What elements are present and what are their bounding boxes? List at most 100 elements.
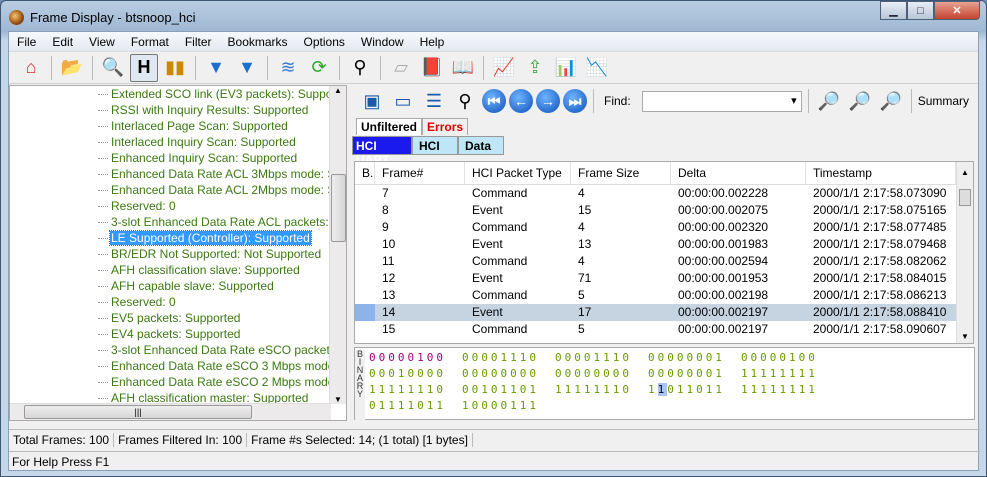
tree-item[interactable]: AFH capable slave: Supported bbox=[10, 278, 331, 294]
tree-item[interactable]: 3-slot Enhanced Data Rate ACL packets: S… bbox=[10, 214, 331, 230]
menu-format[interactable]: Format bbox=[123, 35, 177, 49]
tree-item[interactable]: Enhanced Data Rate eSCO 3 Mbps mode: Sup… bbox=[10, 358, 331, 374]
book-icon[interactable]: 📕 bbox=[418, 54, 446, 82]
table-row[interactable]: 13 Command 5 00:00:00.002198 2000/1/1 2:17:5… bbox=[355, 287, 973, 304]
search-back-icon[interactable]: 🔎 bbox=[815, 87, 843, 115]
binoculars-icon[interactable]: ⚲ bbox=[346, 54, 374, 82]
next-frame-icon[interactable]: → bbox=[536, 89, 560, 113]
table-row[interactable]: 15 Command 5 00:00:00.002197 2000/1/1 2:17:5… bbox=[355, 321, 973, 338]
binary-byte[interactable]: 11111110 bbox=[369, 383, 446, 396]
binary-byte[interactable]: 00000001 bbox=[648, 367, 725, 380]
tree-item[interactable]: EV5 packets: Supported bbox=[10, 310, 331, 326]
menu-help[interactable]: Help bbox=[412, 35, 453, 49]
tab-unfiltered[interactable]: Unfiltered bbox=[356, 118, 423, 135]
table-row[interactable]: 7 Command 4 00:00:00.002228 2000/1/1 2:17:58… bbox=[355, 185, 973, 202]
column-header[interactable]: Frame Size bbox=[571, 162, 671, 184]
tree-item[interactable]: Reserved: 0 bbox=[10, 198, 331, 214]
binary-byte[interactable]: 00000100 bbox=[369, 351, 446, 364]
menu-options[interactable]: Options bbox=[296, 35, 353, 49]
tree-item[interactable]: Reserved: 0 bbox=[10, 294, 331, 310]
column-header[interactable]: HCI Packet Type bbox=[465, 162, 571, 184]
tree-item[interactable]: BR/EDR Not Supported: Not Supported bbox=[10, 246, 331, 262]
tree-item[interactable]: RSSI with Inquiry Results: Supported bbox=[10, 102, 331, 118]
tab-hci[interactable]: HCI bbox=[412, 136, 458, 155]
table-row[interactable]: 12 Event 71 00:00:00.001953 2000/1/1 2:17:58… bbox=[355, 270, 973, 287]
tree-item[interactable]: LE Supported (Controller): Supported bbox=[10, 230, 331, 246]
menu-edit[interactable]: Edit bbox=[44, 35, 81, 49]
column-header[interactable]: Timestamp bbox=[806, 162, 956, 184]
table-row[interactable]: 14 Event 17 00:00:00.002197 2000/1/1 2:17:58… bbox=[355, 304, 973, 321]
column-header[interactable]: Delta bbox=[671, 162, 806, 184]
binary-byte[interactable]: 11011011 bbox=[648, 383, 725, 396]
filter-apply-icon[interactable]: ▼ bbox=[233, 54, 261, 82]
hex-format-icon[interactable]: H bbox=[130, 53, 158, 82]
tree-horizontal-scrollbar[interactable]: ||| bbox=[10, 403, 331, 420]
binary-byte[interactable]: 00001110 bbox=[462, 351, 539, 364]
tree-item[interactable]: Enhanced Data Rate eSCO 2 Mbps mode: Sup… bbox=[10, 374, 331, 390]
book-open-icon[interactable]: 📖 bbox=[449, 54, 477, 82]
binary-byte[interactable]: 00101101 bbox=[462, 383, 539, 396]
home-icon[interactable]: ⌂ bbox=[17, 54, 45, 82]
table-row[interactable]: 9 Command 4 00:00:00.002320 2000/1/1 2:17:58… bbox=[355, 219, 973, 236]
layout-pane-icon[interactable]: ▣ bbox=[358, 87, 386, 115]
tab-data[interactable]: Data bbox=[458, 136, 504, 155]
menu-filter[interactable]: Filter bbox=[177, 35, 220, 49]
find-next-icon[interactable]: ⚲ bbox=[451, 87, 479, 115]
tree-item[interactable]: 3-slot Enhanced Data Rate eSCO packets: … bbox=[10, 342, 331, 358]
binary-byte[interactable]: 11111111 bbox=[741, 383, 818, 396]
previous-frame-icon[interactable]: ← bbox=[509, 89, 533, 113]
binary-byte[interactable]: 00000100 bbox=[741, 351, 818, 364]
tree-item[interactable]: AFH classification slave: Supported bbox=[10, 262, 331, 278]
trend-chart-icon[interactable]: 📉 bbox=[583, 54, 611, 82]
layers-icon[interactable]: ≋ bbox=[274, 54, 302, 82]
binary-byte[interactable]: 00001110 bbox=[555, 351, 632, 364]
minimize-button[interactable]: ▁ bbox=[880, 1, 907, 20]
tab-errors[interactable]: Errors bbox=[422, 118, 469, 135]
tree-item[interactable]: Interlaced Page Scan: Supported bbox=[10, 118, 331, 134]
tree-item[interactable]: Enhanced Inquiry Scan: Supported bbox=[10, 150, 331, 166]
find-input[interactable] bbox=[641, 90, 802, 112]
refresh-icon[interactable]: ⟳ bbox=[305, 54, 333, 82]
binary-byte[interactable]: 00000000 bbox=[555, 367, 632, 380]
menu-window[interactable]: Window bbox=[353, 35, 412, 49]
table-row[interactable]: 11 Command 4 00:00:00.002594 2000/1/1 2:17:5… bbox=[355, 253, 973, 270]
tree-item[interactable]: EV4 packets: Supported bbox=[10, 326, 331, 342]
binary-byte[interactable]: 00000001 bbox=[648, 351, 725, 364]
bookmarks-icon[interactable]: ▮▮ bbox=[161, 54, 189, 82]
list-icon[interactable]: ☰ bbox=[420, 87, 448, 115]
tab-hci-uart[interactable]: HCI UART bbox=[352, 136, 412, 167]
table-row[interactable]: 10 Event 13 00:00:00.001983 2000/1/1 2:17:58… bbox=[355, 236, 973, 253]
binary-byte[interactable]: 11111111 bbox=[741, 367, 818, 380]
first-frame-icon[interactable]: ⏮ bbox=[482, 89, 506, 113]
menu-view[interactable]: View bbox=[81, 35, 123, 49]
magnifier-icon[interactable]: 🔍 bbox=[99, 54, 127, 82]
close-button[interactable]: ✕ bbox=[934, 1, 980, 20]
window-icon[interactable]: ▭ bbox=[389, 87, 417, 115]
binary-byte[interactable]: 01111011 bbox=[369, 399, 446, 412]
export-icon[interactable]: ⇪ bbox=[521, 54, 549, 82]
last-frame-icon[interactable]: ⏭ bbox=[563, 89, 587, 113]
maximize-button[interactable]: □ bbox=[907, 1, 934, 20]
tree-item[interactable]: Enhanced Data Rate ACL 3Mbps mode: Suppo… bbox=[10, 166, 331, 182]
search-clear-icon[interactable]: 🔎 bbox=[877, 87, 905, 115]
open-folder-icon[interactable]: 📂 bbox=[58, 54, 86, 82]
filter-icon[interactable]: ▼ bbox=[202, 54, 230, 82]
note-icon[interactable]: ▱ bbox=[387, 54, 415, 82]
column-header[interactable]: Frame# bbox=[375, 162, 465, 184]
search-forward-icon[interactable]: 🔎 bbox=[846, 87, 874, 115]
binary-byte[interactable]: 11111110 bbox=[555, 383, 632, 396]
line-chart-icon[interactable]: 📈 bbox=[490, 54, 518, 82]
tree-vertical-scrollbar[interactable]: ▲ ▼ bbox=[329, 86, 346, 404]
menu-file[interactable]: File bbox=[9, 35, 44, 49]
binary-byte[interactable]: 00010000 bbox=[369, 367, 446, 380]
tree-item[interactable]: Extended SCO link (EV3 packets): Support… bbox=[10, 86, 331, 102]
table-row[interactable]: 8 Event 15 00:00:00.002075 2000/1/1 2:17:58.… bbox=[355, 202, 973, 219]
menu-bookmarks[interactable]: Bookmarks bbox=[220, 35, 296, 49]
table-scrollbar[interactable]: ▲ ▼ bbox=[956, 162, 973, 343]
bar-chart-icon[interactable]: 📊 bbox=[552, 54, 580, 82]
tree-item[interactable]: Interlaced Inquiry Scan: Supported bbox=[10, 134, 331, 150]
binary-byte[interactable]: 00000000 bbox=[462, 367, 539, 380]
column-header[interactable]: B... bbox=[355, 162, 375, 184]
binary-byte[interactable]: 10000111 bbox=[462, 399, 539, 412]
tree-item[interactable]: Enhanced Data Rate ACL 2Mbps mode: Suppo… bbox=[10, 182, 331, 198]
